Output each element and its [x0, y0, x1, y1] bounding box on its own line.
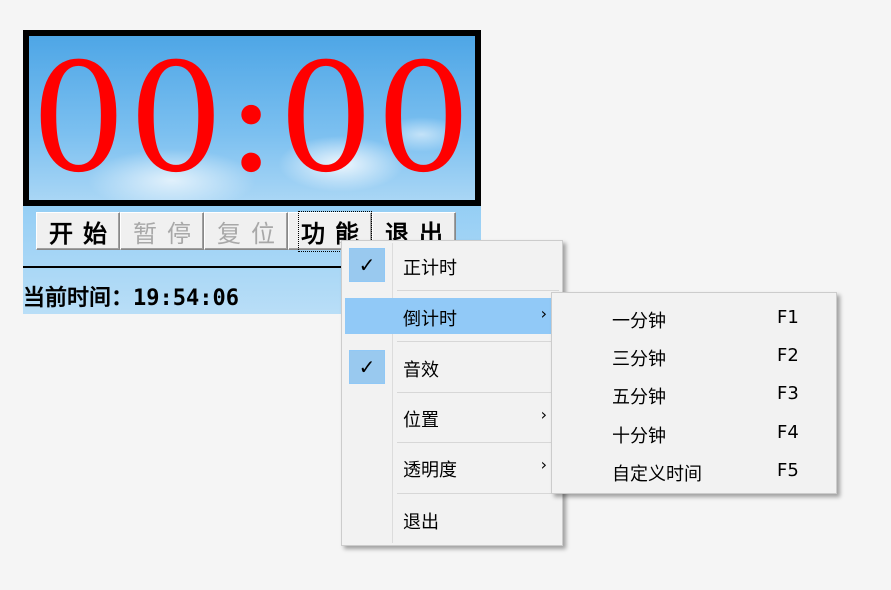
countdown-submenu: 一分钟 F1 三分钟 F2 五分钟 F3 十分钟 F4 自定义时间 F5 [551, 292, 837, 494]
submenu-item-label: 自定义时间 [612, 464, 702, 485]
chevron-right-icon: › [540, 455, 547, 474]
submenu-item-label: 五分钟 [612, 387, 666, 408]
current-time-label: 当前时间：19:54:06 [23, 286, 239, 311]
menu-item-transparency[interactable]: 透明度 › [345, 449, 559, 485]
shortcut-label: F5 [777, 460, 799, 481]
menu-item-exit[interactable]: 退出 [345, 501, 559, 537]
menu-item-label: 退出 [403, 512, 439, 533]
reset-button[interactable]: 复位 [204, 212, 288, 250]
chevron-right-icon: › [540, 405, 547, 424]
functions-menu: ✓ 正计时 倒计时 › ✓ 音效 位置 › 透明度 › 退出 [341, 240, 563, 546]
menu-item-label: 倒计时 [403, 309, 457, 330]
timer-display: 00:00 [23, 30, 481, 206]
menu-item-position[interactable]: 位置 › [345, 399, 559, 435]
pause-button[interactable]: 暂停 [120, 212, 204, 250]
menu-item-label: 正计时 [403, 258, 457, 279]
start-button[interactable]: 开始 [36, 212, 120, 250]
menu-gutter [392, 243, 393, 543]
menu-separator [397, 290, 559, 291]
menu-item-countdown[interactable]: 倒计时 › [345, 298, 559, 334]
submenu-item-label: 十分钟 [612, 426, 666, 447]
shortcut-label: F4 [777, 422, 799, 443]
shortcut-label: F3 [777, 383, 799, 404]
submenu-item-1min[interactable]: 一分钟 F1 [555, 299, 833, 335]
menu-item-sound[interactable]: ✓ 音效 [345, 349, 559, 385]
menu-item-label: 音效 [403, 360, 439, 381]
submenu-item-custom-time[interactable]: 自定义时间 F5 [555, 452, 833, 488]
submenu-item-label: 一分钟 [612, 311, 666, 332]
menu-item-count-up[interactable]: ✓ 正计时 [345, 247, 559, 283]
menu-item-label: 位置 [403, 410, 439, 431]
check-icon: ✓ [349, 248, 385, 282]
shortcut-label: F1 [777, 307, 799, 328]
chevron-right-icon: › [540, 304, 547, 323]
menu-item-label: 透明度 [403, 460, 457, 481]
check-icon: ✓ [349, 350, 385, 384]
shortcut-label: F2 [777, 345, 799, 366]
countdown-digits: 00:00 [30, 32, 474, 206]
menu-separator [397, 493, 559, 494]
submenu-item-3min[interactable]: 三分钟 F2 [555, 337, 833, 373]
submenu-item-10min[interactable]: 十分钟 F4 [555, 414, 833, 450]
menu-separator [397, 341, 559, 342]
menu-separator [397, 442, 559, 443]
menu-separator [397, 392, 559, 393]
submenu-item-label: 三分钟 [612, 349, 666, 370]
submenu-item-5min[interactable]: 五分钟 F3 [555, 375, 833, 411]
